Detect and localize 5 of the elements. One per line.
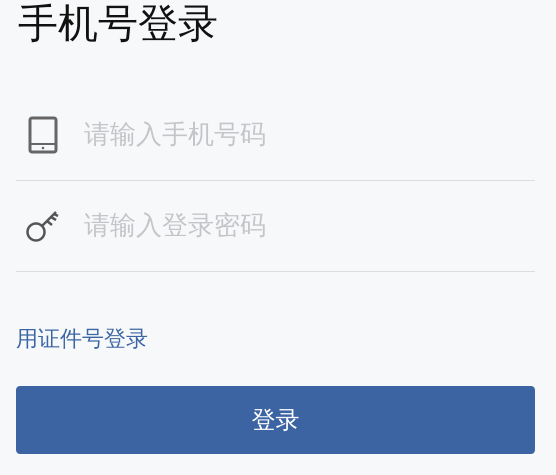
id-login-link[interactable]: 用证件号登录	[16, 324, 148, 354]
login-button[interactable]: 登录	[16, 386, 535, 454]
page-title: 手机号登录	[17, 0, 219, 48]
tablet-icon	[28, 116, 58, 154]
key-icon	[25, 208, 61, 244]
